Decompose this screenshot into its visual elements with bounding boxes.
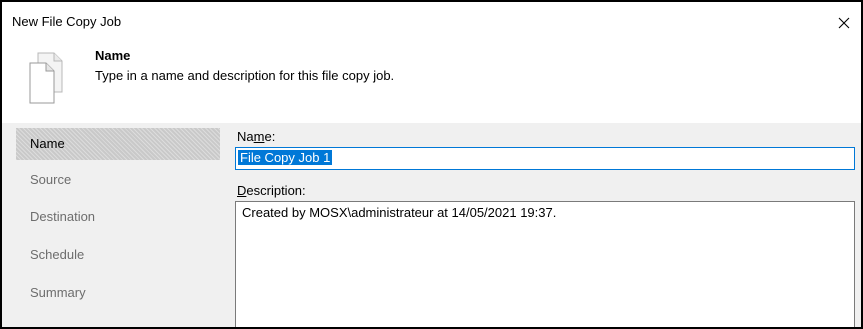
nav-step-summary[interactable]: Summary [16, 277, 220, 309]
close-icon [838, 17, 850, 29]
name-label: Name: [237, 129, 276, 144]
wizard-body: Name Source Destination Schedule Summary… [2, 123, 861, 327]
description-textarea[interactable]: Created by MOSX\administrateur at 14/05/… [235, 201, 855, 327]
wizard-steps-nav: Name Source Destination Schedule Summary [16, 123, 220, 327]
close-button[interactable] [835, 14, 853, 32]
step-content: Name: File Copy Job 1 Description: Creat… [234, 123, 861, 327]
nav-step-schedule[interactable]: Schedule [16, 239, 220, 271]
description-value: Created by MOSX\administrateur at 14/05/… [242, 205, 557, 220]
document-copy-icon [29, 52, 63, 104]
window-title: New File Copy Job [12, 14, 122, 29]
nav-step-name[interactable]: Name [16, 128, 220, 160]
name-input-value: File Copy Job 1 [238, 150, 333, 165]
step-title: Name [95, 48, 131, 63]
wizard-header: Name Type in a name and description for … [2, 34, 861, 122]
nav-step-source[interactable]: Source [16, 164, 220, 196]
nav-step-destination[interactable]: Destination [16, 201, 220, 233]
step-description: Type in a name and description for this … [95, 68, 395, 83]
dialog-window: New File Copy Job Name Type in a name an… [0, 0, 863, 329]
title-bar: New File Copy Job [2, 2, 861, 34]
name-input[interactable]: File Copy Job 1 [235, 147, 855, 170]
description-label: Description: [237, 183, 306, 198]
